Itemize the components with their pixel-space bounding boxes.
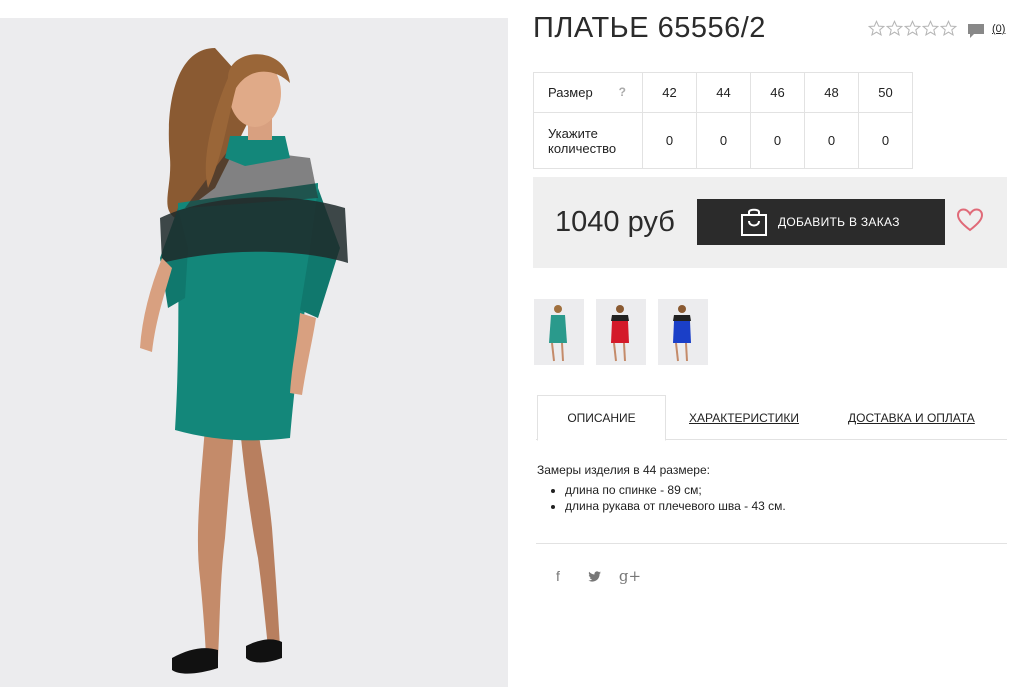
description-intro: Замеры изделия в 44 размере: bbox=[537, 463, 710, 477]
size-cell: 50 bbox=[858, 72, 913, 113]
size-cell: 44 bbox=[696, 72, 751, 113]
quantity-input[interactable]: 0 bbox=[696, 112, 751, 169]
thumbnail-red[interactable] bbox=[596, 299, 646, 365]
size-row: Размер ? 42 44 46 48 50 bbox=[533, 72, 913, 113]
add-to-order-label: ДОБАВИТЬ В ЗАКАЗ bbox=[778, 215, 900, 229]
tab-description[interactable]: ОПИСАНИЕ bbox=[537, 395, 666, 441]
quantity-input[interactable]: 0 bbox=[750, 112, 805, 169]
product-tabs: ОПИСАНИЕ ХАРАКТЕРИСТИКИ ДОСТАВКА И ОПЛАТ… bbox=[536, 395, 1007, 441]
rating-stars[interactable] bbox=[868, 20, 957, 37]
tab-delivery-payment[interactable]: ДОСТАВКА И ОПЛАТА bbox=[848, 395, 975, 440]
quantity-input[interactable]: 0 bbox=[858, 112, 913, 169]
description-list: длина по спинке - 89 см; длина рукава от… bbox=[537, 482, 786, 514]
divider bbox=[536, 543, 1007, 544]
product-main-photo[interactable] bbox=[0, 18, 508, 687]
facebook-icon[interactable]: f bbox=[549, 567, 567, 585]
star-icon[interactable] bbox=[922, 20, 939, 37]
star-icon[interactable] bbox=[886, 20, 903, 37]
quantity-input[interactable]: 0 bbox=[642, 112, 697, 169]
twitter-icon[interactable] bbox=[585, 567, 603, 585]
star-icon[interactable] bbox=[940, 20, 957, 37]
add-to-order-button[interactable]: ДОБАВИТЬ В ЗАКАЗ bbox=[697, 199, 945, 245]
quantity-label-line2: количество bbox=[548, 140, 617, 156]
thumbnail-teal[interactable] bbox=[534, 299, 584, 365]
shopping-bag-icon bbox=[741, 208, 767, 236]
description-item: длина по спинке - 89 см; bbox=[565, 482, 786, 498]
size-quantity-table: Размер ? 42 44 46 48 50 Укажите количест… bbox=[533, 72, 913, 169]
product-price: 1040 руб bbox=[555, 206, 675, 238]
buy-panel: 1040 руб ДОБАВИТЬ В ЗАКАЗ bbox=[533, 177, 1007, 268]
size-cell: 48 bbox=[804, 72, 859, 113]
product-title: ПЛАТЬЕ 65556/2 bbox=[533, 12, 766, 44]
comment-icon[interactable] bbox=[967, 22, 985, 40]
star-icon[interactable] bbox=[904, 20, 921, 37]
size-label: Размер bbox=[548, 85, 593, 100]
heart-icon[interactable] bbox=[957, 208, 983, 232]
twitter-bird-glyph bbox=[587, 570, 601, 582]
size-help-icon[interactable]: ? bbox=[619, 85, 626, 100]
quantity-label-line1: Укажите bbox=[548, 125, 598, 141]
thumbnail-blue[interactable] bbox=[658, 299, 708, 365]
quantity-input[interactable]: 0 bbox=[804, 112, 859, 169]
google-plus-icon[interactable]: g+ bbox=[619, 567, 641, 585]
description-item: длина рукава от плечевого шва - 43 см. bbox=[565, 498, 786, 514]
reviews-count-link[interactable]: (0) bbox=[992, 23, 1005, 35]
size-cell: 42 bbox=[642, 72, 697, 113]
size-cell: 46 bbox=[750, 72, 805, 113]
quantity-row: Укажите количество 0 0 0 0 0 bbox=[533, 112, 913, 169]
color-thumbnails bbox=[534, 299, 708, 365]
star-icon[interactable] bbox=[868, 20, 885, 37]
tab-characteristics[interactable]: ХАРАКТЕРИСТИКИ bbox=[689, 395, 799, 440]
description-panel: Замеры изделия в 44 размере: длина по сп… bbox=[537, 463, 786, 514]
size-label-cell: Размер ? bbox=[533, 72, 643, 113]
quantity-label-cell: Укажите количество bbox=[533, 112, 643, 169]
social-share: f g+ bbox=[549, 567, 641, 585]
model-illustration bbox=[0, 18, 508, 687]
